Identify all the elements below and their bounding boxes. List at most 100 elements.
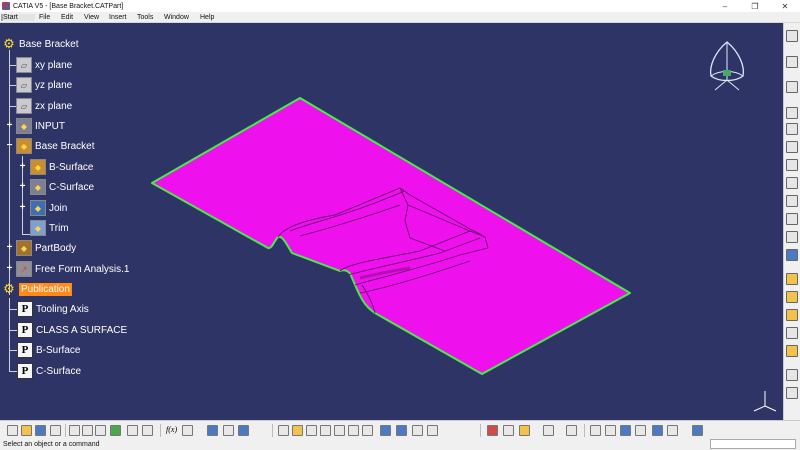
tree-root[interactable]: ⚙ Base Bracket — [2, 35, 78, 53]
tree-item-join[interactable]: ◆ Join — [30, 199, 67, 217]
pan-icon[interactable] — [306, 425, 317, 436]
apply-material-icon[interactable] — [692, 425, 703, 436]
tree-item-label: yz plane — [35, 79, 73, 91]
tools-icon[interactable] — [590, 425, 601, 436]
menu-window[interactable]: Window — [164, 14, 189, 21]
layer-icon[interactable] — [652, 425, 663, 436]
paste-icon[interactable] — [95, 425, 106, 436]
expand-icon[interactable]: + — [18, 203, 27, 213]
rotate-icon[interactable] — [320, 425, 331, 436]
tree-item-partbody[interactable]: ◆ PartBody — [16, 239, 76, 257]
tree-item-b-surface[interactable]: ◆ B-Surface — [30, 158, 93, 176]
save-icon[interactable] — [35, 425, 46, 436]
plane-tool[interactable] — [786, 141, 798, 153]
menu-start[interactable]: Start — [1, 13, 35, 21]
sweep-tool[interactable] — [786, 195, 798, 207]
point-tool[interactable] — [786, 107, 798, 119]
blend-tool[interactable] — [786, 231, 798, 243]
stop-update-icon[interactable] — [566, 425, 577, 436]
expand-icon[interactable]: + — [5, 121, 14, 131]
tree-item-xy-plane[interactable]: ▱ xy plane — [16, 56, 72, 74]
line-tool[interactable] — [786, 123, 798, 135]
analysis-tool[interactable] — [786, 387, 798, 399]
cut-icon[interactable] — [69, 425, 80, 436]
multi-view-icon[interactable] — [380, 425, 391, 436]
hide-show-icon[interactable] — [427, 425, 438, 436]
sketch-tool[interactable] — [786, 56, 798, 68]
tree-item-free-form-analysis[interactable]: ↗ Free Form Analysis.1 — [16, 260, 129, 278]
expand-icon[interactable]: + — [5, 243, 14, 253]
tree-item-publication[interactable]: ⚙ Publication — [2, 280, 72, 298]
fly-mode-icon[interactable] — [278, 425, 289, 436]
minimize-button[interactable]: – — [710, 2, 740, 11]
menu-insert[interactable]: Insert — [109, 14, 127, 21]
power-input-field[interactable] — [710, 439, 796, 449]
tree-item-pub-tooling-axis[interactable]: P Tooling Axis — [17, 300, 89, 318]
maximize-button[interactable]: ❐ — [740, 2, 770, 11]
compass-icon[interactable] — [705, 40, 749, 92]
update-icon[interactable] — [543, 425, 554, 436]
revolve-tool[interactable] — [786, 177, 798, 189]
tree-item-zx-plane[interactable]: ▱ zx plane — [16, 97, 72, 115]
filter-icon[interactable] — [667, 425, 678, 436]
parameters-icon[interactable] — [487, 425, 498, 436]
menu-help[interactable]: Help — [200, 14, 214, 21]
tree-item-pub-class-a[interactable]: P CLASS A SURFACE — [17, 321, 127, 339]
tree-item-label: CLASS A SURFACE — [36, 324, 128, 336]
new-icon[interactable] — [7, 425, 18, 436]
redo-icon[interactable] — [127, 425, 138, 436]
tree-item-base-bracket-set[interactable]: ◆ Base Bracket — [16, 137, 94, 155]
fit-all-icon[interactable] — [292, 425, 303, 436]
scan-icon[interactable] — [519, 425, 530, 436]
transform-tool[interactable] — [786, 369, 798, 381]
menu-tools[interactable]: Tools — [137, 14, 153, 21]
join-tool[interactable] — [786, 249, 798, 261]
whats-this-icon[interactable] — [142, 425, 153, 436]
tree-item-input[interactable]: ◆ INPUT — [16, 117, 65, 135]
render-style-icon[interactable] — [412, 425, 423, 436]
isometric-view-icon[interactable] — [396, 425, 407, 436]
undo-icon[interactable] — [110, 425, 121, 436]
view-tool[interactable] — [786, 81, 798, 93]
zoom-in-icon[interactable] — [334, 425, 345, 436]
menu-edit[interactable]: Edit — [61, 14, 73, 21]
grid-icon[interactable] — [635, 425, 646, 436]
extract-tool[interactable] — [786, 327, 798, 339]
publish-icon: P — [17, 363, 33, 379]
menu-file[interactable]: File — [39, 14, 50, 21]
select-tool[interactable] — [786, 30, 798, 42]
menu-view[interactable]: View — [84, 14, 99, 21]
close-button[interactable]: ✕ — [770, 2, 800, 11]
tree-item-label: C-Surface — [49, 181, 95, 193]
dimension-icon[interactable] — [620, 425, 631, 436]
zoom-out-icon[interactable] — [348, 425, 359, 436]
measure-icon[interactable] — [238, 425, 249, 436]
expand-icon[interactable]: + — [18, 162, 27, 172]
tree-item-yz-plane[interactable]: ▱ yz plane — [16, 76, 72, 94]
tree-item-pub-c-surface[interactable]: P C-Surface — [17, 362, 81, 380]
tree-item-c-surface[interactable]: ◆ C-Surface — [30, 178, 94, 196]
split-tool[interactable] — [786, 273, 798, 285]
table-icon[interactable] — [223, 425, 234, 436]
normal-view-icon[interactable] — [362, 425, 373, 436]
copy-icon[interactable] — [82, 425, 93, 436]
fill-tool[interactable] — [786, 213, 798, 225]
boundary-tool[interactable] — [786, 309, 798, 321]
trim-tool[interactable] — [786, 291, 798, 303]
tree-item-pub-b-surface[interactable]: P B-Surface — [17, 341, 80, 359]
orientation-icon[interactable] — [605, 425, 616, 436]
catalog-icon[interactable] — [207, 425, 218, 436]
swap-icon[interactable] — [503, 425, 514, 436]
extrude-tool[interactable] — [786, 159, 798, 171]
fillet-tool[interactable] — [786, 345, 798, 357]
knowledge-icon[interactable] — [182, 425, 193, 436]
expand-icon[interactable]: + — [18, 182, 27, 192]
expand-icon[interactable]: + — [5, 264, 14, 274]
formula-icon[interactable]: f(x) — [166, 425, 177, 434]
tree-item-trim[interactable]: ◆ Trim — [30, 219, 69, 237]
tree-item-label: Publication — [19, 282, 72, 296]
tree-item-label: B-Surface — [36, 344, 81, 356]
open-icon[interactable] — [21, 425, 32, 436]
print-icon[interactable] — [50, 425, 61, 436]
collapse-icon[interactable]: − — [5, 141, 14, 151]
